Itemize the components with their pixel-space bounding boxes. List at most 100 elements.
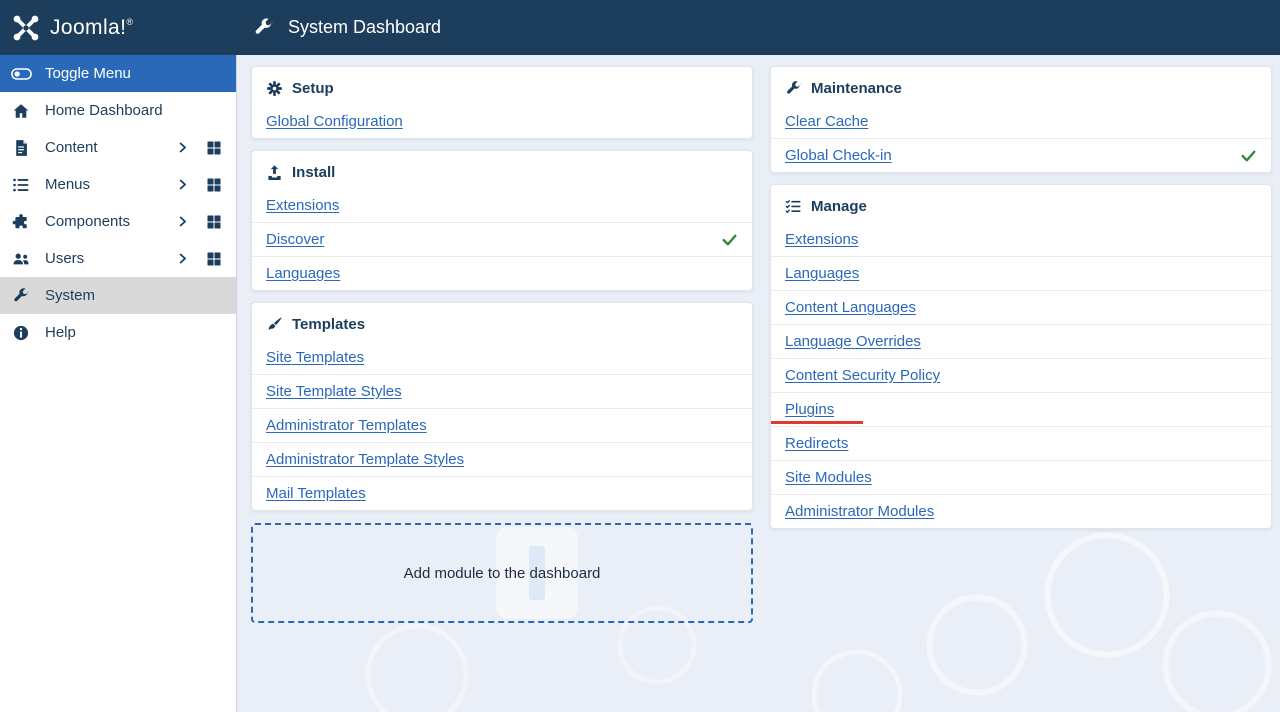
link-content-languages[interactable]: Content Languages bbox=[785, 299, 916, 316]
sidebar-item-label: Users bbox=[45, 250, 85, 267]
panel-title: Install bbox=[292, 164, 336, 181]
panel-link-row: Site Modules bbox=[771, 460, 1271, 494]
list-icon bbox=[9, 175, 33, 195]
link-plugins[interactable]: Plugins bbox=[785, 401, 834, 418]
panel-link-row: Plugins bbox=[771, 392, 1271, 426]
document-icon bbox=[9, 138, 33, 158]
grid-icon[interactable] bbox=[206, 177, 222, 193]
panel-install: Install Extensions Discover Languages bbox=[251, 150, 753, 291]
panel-link-row: Discover bbox=[252, 222, 752, 256]
link-mail-templates[interactable]: Mail Templates bbox=[266, 485, 366, 502]
link-language-overrides[interactable]: Language Overrides bbox=[785, 333, 921, 350]
sidebar-item-system[interactable]: System bbox=[0, 277, 236, 314]
sidebar-item-users[interactable]: Users bbox=[0, 240, 236, 277]
wrench-icon bbox=[785, 80, 802, 97]
panel-link-row: Administrator Modules bbox=[771, 494, 1271, 528]
sidebar-item-home-dashboard[interactable]: Home Dashboard bbox=[0, 92, 236, 129]
link-administrator-modules[interactable]: Administrator Modules bbox=[785, 503, 934, 520]
panel-link-row: Content Security Policy bbox=[771, 358, 1271, 392]
upload-icon bbox=[266, 164, 283, 181]
top-bar: Joomla!® System Dashboard bbox=[0, 0, 1280, 55]
panel-maintenance: Maintenance Clear Cache Global Check-in bbox=[770, 66, 1272, 173]
add-module-button[interactable]: Add module to the dashboard bbox=[251, 523, 753, 623]
brush-icon bbox=[266, 316, 283, 333]
sidebar-item-label: Content bbox=[45, 139, 98, 156]
sidebar: Toggle Menu Home Dashboard Content Menus bbox=[0, 55, 237, 712]
link-discover[interactable]: Discover bbox=[266, 231, 324, 248]
joomla-wordmark: Joomla!® bbox=[50, 15, 134, 39]
panel-link-row: Administrator Template Styles bbox=[252, 442, 752, 476]
panel-title: Manage bbox=[811, 198, 867, 215]
sidebar-item-toggle-menu[interactable]: Toggle Menu bbox=[0, 55, 236, 92]
link-administrator-template-styles[interactable]: Administrator Template Styles bbox=[266, 451, 464, 468]
check-icon bbox=[721, 231, 738, 248]
panel-link-row: Clear Cache bbox=[771, 104, 1271, 138]
link-manage-languages[interactable]: Languages bbox=[785, 265, 859, 282]
link-content-security-policy[interactable]: Content Security Policy bbox=[785, 367, 940, 384]
link-manage-extensions[interactable]: Extensions bbox=[785, 231, 858, 248]
link-languages[interactable]: Languages bbox=[266, 265, 340, 282]
sidebar-item-components[interactable]: Components bbox=[0, 203, 236, 240]
panel-link-row: Languages bbox=[252, 256, 752, 290]
chevron-right-icon[interactable] bbox=[175, 140, 190, 155]
sidebar-item-label: Help bbox=[45, 324, 76, 341]
panel-link-row: Extensions bbox=[252, 188, 752, 222]
sidebar-item-label: Menus bbox=[45, 176, 91, 193]
users-icon bbox=[9, 249, 33, 269]
wrench-icon bbox=[253, 17, 274, 38]
home-icon bbox=[9, 101, 33, 121]
panel-link-row: Languages bbox=[771, 256, 1271, 290]
sidebar-item-label: System bbox=[45, 287, 96, 304]
panel-link-row: Administrator Templates bbox=[252, 408, 752, 442]
gear-icon bbox=[266, 80, 283, 97]
chevron-right-icon[interactable] bbox=[175, 251, 190, 266]
page-title: System Dashboard bbox=[288, 17, 442, 37]
grid-icon[interactable] bbox=[206, 214, 222, 230]
panel-link-row: Content Languages bbox=[771, 290, 1271, 324]
panel-link-row: Mail Templates bbox=[252, 476, 752, 510]
link-global-check-in[interactable]: Global Check-in bbox=[785, 147, 892, 164]
grid-icon[interactable] bbox=[206, 140, 222, 156]
sidebar-item-menus[interactable]: Menus bbox=[0, 166, 236, 203]
link-global-configuration[interactable]: Global Configuration bbox=[266, 113, 403, 130]
puzzle-icon bbox=[9, 212, 33, 232]
panel-setup: Setup Global Configuration bbox=[251, 66, 753, 139]
link-extensions[interactable]: Extensions bbox=[266, 197, 339, 214]
chevron-right-icon[interactable] bbox=[175, 214, 190, 229]
check-icon bbox=[1240, 147, 1257, 164]
joomla-logo: Joomla!® bbox=[0, 0, 237, 55]
panel-link-row: Site Templates bbox=[252, 340, 752, 374]
link-site-template-styles[interactable]: Site Template Styles bbox=[266, 383, 402, 400]
sidebar-item-label: Components bbox=[45, 213, 131, 230]
list-check-icon bbox=[785, 198, 802, 215]
dashboard-content: Setup Global Configuration Install Exten… bbox=[237, 55, 1280, 712]
panel-manage: Manage Extensions Languages Content Lang… bbox=[770, 184, 1272, 529]
link-clear-cache[interactable]: Clear Cache bbox=[785, 113, 868, 130]
panel-link-row: Global Configuration bbox=[252, 104, 752, 138]
sidebar-item-content[interactable]: Content bbox=[0, 129, 236, 166]
panel-link-row: Global Check-in bbox=[771, 138, 1271, 172]
link-site-modules[interactable]: Site Modules bbox=[785, 469, 872, 486]
info-icon bbox=[9, 323, 33, 343]
grid-icon[interactable] bbox=[206, 251, 222, 267]
panel-title: Templates bbox=[292, 316, 366, 333]
sidebar-item-label: Toggle Menu bbox=[45, 65, 131, 82]
sidebar-item-help[interactable]: Help bbox=[0, 314, 236, 351]
link-administrator-templates[interactable]: Administrator Templates bbox=[266, 417, 427, 434]
panel-link-row: Language Overrides bbox=[771, 324, 1271, 358]
chevron-right-icon[interactable] bbox=[175, 177, 190, 192]
link-redirects[interactable]: Redirects bbox=[785, 435, 848, 452]
panel-link-row: Site Template Styles bbox=[252, 374, 752, 408]
panel-link-row: Extensions bbox=[771, 222, 1271, 256]
toggle-icon bbox=[9, 64, 33, 84]
add-module-label: Add module to the dashboard bbox=[403, 564, 601, 582]
panel-templates: Templates Site Templates Site Template S… bbox=[251, 302, 753, 511]
wrench-icon bbox=[9, 286, 33, 306]
plugins-red-annotation bbox=[771, 421, 863, 424]
sidebar-item-label: Home Dashboard bbox=[45, 102, 163, 119]
joomla-logo-icon bbox=[11, 13, 41, 43]
panel-link-row: Redirects bbox=[771, 426, 1271, 460]
link-site-templates[interactable]: Site Templates bbox=[266, 349, 364, 366]
panel-title: Maintenance bbox=[811, 80, 902, 97]
panel-title: Setup bbox=[292, 80, 334, 97]
